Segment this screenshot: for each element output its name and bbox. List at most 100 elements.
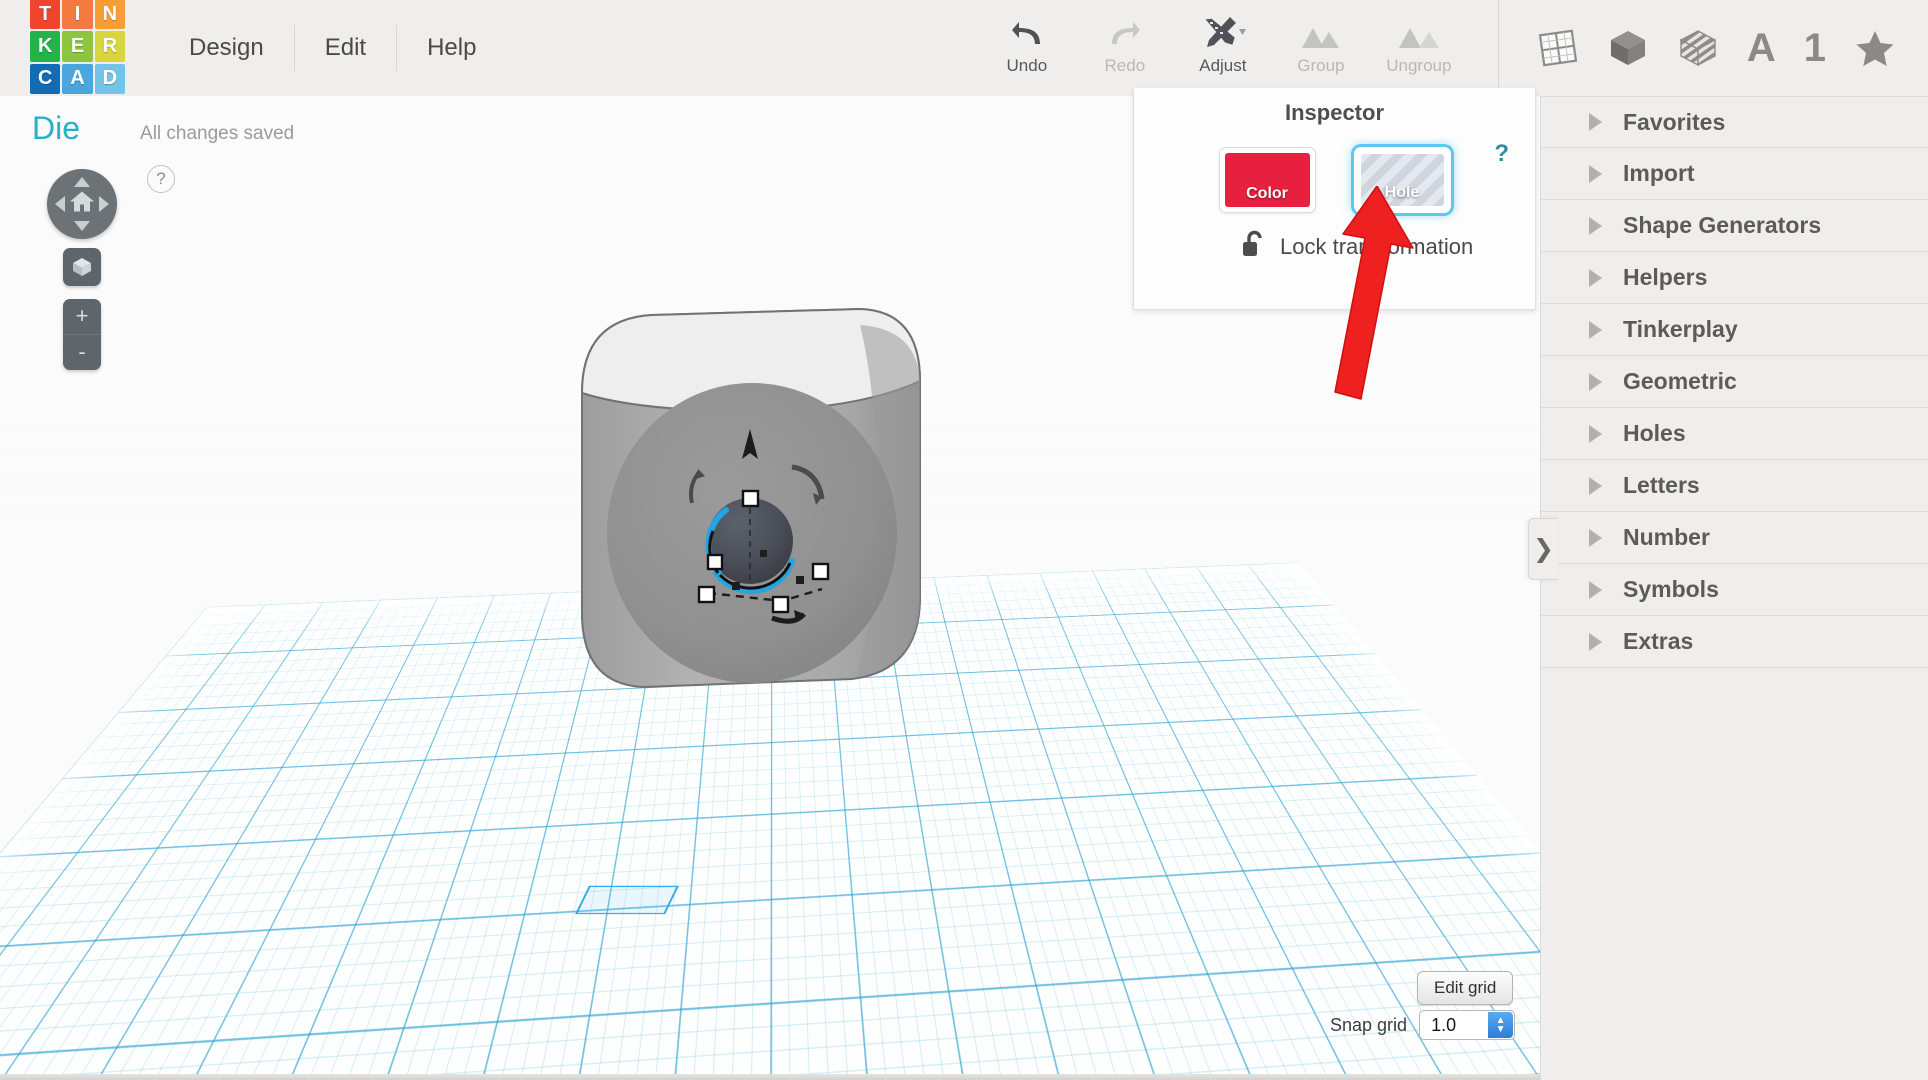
snap-grid-value: 1.0 xyxy=(1420,1015,1456,1036)
edit-grid-button[interactable]: Edit grid xyxy=(1417,971,1513,1005)
ungroup-button: Ungroup xyxy=(1370,14,1468,82)
sidebar-item-number[interactable]: Number xyxy=(1541,512,1928,564)
menu-edit[interactable]: Edit xyxy=(294,25,396,71)
sidebar-item-label: Geometric xyxy=(1623,368,1737,395)
triangle-right-icon xyxy=(1589,529,1602,547)
adjust-icon xyxy=(1200,14,1246,50)
menu-design[interactable]: Design xyxy=(159,25,294,71)
zoom-out-button[interactable]: - xyxy=(63,335,101,371)
adjust-label: Adjust xyxy=(1199,56,1246,76)
group-button: Group xyxy=(1272,14,1370,82)
sidebar-item-label: Symbols xyxy=(1623,576,1719,603)
undo-label: Undo xyxy=(1007,56,1048,76)
hole-cube-icon[interactable] xyxy=(1677,27,1719,69)
sidebar-item-label: Favorites xyxy=(1623,109,1725,136)
sidebar-item-helpers[interactable]: Helpers xyxy=(1541,252,1928,304)
view-navigation-pad[interactable] xyxy=(47,169,117,239)
tinkercad-app: TINKERCAD Design Edit Help Undo xyxy=(0,0,1928,1080)
lock-transformation-label: Lock transformation xyxy=(1280,234,1473,260)
triangle-right-icon xyxy=(1589,581,1602,599)
sidebar-item-import[interactable]: Import xyxy=(1541,148,1928,200)
triangle-right-icon xyxy=(1589,321,1602,339)
open-padlock-icon xyxy=(1242,230,1265,263)
redo-button: Redo xyxy=(1076,14,1174,82)
sidebar-item-label: Holes xyxy=(1623,420,1686,447)
shape-library-sidebar: Favorites Import Shape Generators Helpers Ti… xyxy=(1540,96,1928,1080)
ungroup-icon xyxy=(1397,14,1441,50)
ungroup-label: Ungroup xyxy=(1386,56,1451,76)
workplane-icon[interactable] xyxy=(1537,28,1579,68)
undo-button[interactable]: Undo xyxy=(978,14,1076,82)
document-title[interactable]: Die xyxy=(32,110,80,147)
triangle-right-icon xyxy=(1589,113,1602,131)
letter-a-icon[interactable]: A xyxy=(1747,28,1776,68)
inspector-title: Inspector xyxy=(1134,100,1535,126)
sidebar-item-extras[interactable]: Extras xyxy=(1541,616,1928,668)
sidebar-item-symbols[interactable]: Symbols xyxy=(1541,564,1928,616)
lock-transformation-row[interactable]: Lock transformation xyxy=(1242,230,1535,263)
color-swatch-button[interactable]: Color xyxy=(1219,147,1316,213)
sidebar-item-label: Import xyxy=(1623,160,1695,187)
logo-tile-r: R xyxy=(95,31,125,61)
selection-gizmo xyxy=(691,429,828,621)
sidebar-item-label: Helpers xyxy=(1623,264,1707,291)
home-icon[interactable] xyxy=(69,190,95,219)
logo-tile-a: A xyxy=(62,64,92,94)
top-bar: TINKERCAD Design Edit Help Undo xyxy=(0,0,1928,96)
sidebar-item-favorites[interactable]: Favorites xyxy=(1541,96,1928,148)
cube-icon xyxy=(71,256,93,278)
inspector-help-link[interactable]: ? xyxy=(1494,140,1509,168)
shape-type-icons: A 1 xyxy=(1498,0,1928,96)
canvas-bottom-edge xyxy=(0,1074,1540,1080)
triangle-right-icon xyxy=(1589,633,1602,651)
snap-grid-control: Snap grid 1.0 ▲▼ xyxy=(1330,1010,1515,1040)
toolbar: Undo Redo xyxy=(978,14,1476,82)
group-label: Group xyxy=(1297,56,1344,76)
triangle-right-icon xyxy=(1589,269,1602,287)
sidebar-item-tinkerplay[interactable]: Tinkerplay xyxy=(1541,304,1928,356)
snap-grid-stepper[interactable]: ▲▼ xyxy=(1488,1012,1513,1038)
color-swatch-label: Color xyxy=(1246,185,1288,203)
sidebar-item-shape-generators[interactable]: Shape Generators xyxy=(1541,200,1928,252)
adjust-button[interactable]: Adjust xyxy=(1174,14,1272,82)
selection-footprint xyxy=(575,886,679,915)
snap-grid-label: Snap grid xyxy=(1330,1015,1407,1036)
zoom-in-button[interactable]: + xyxy=(63,299,101,335)
document-info: Die All changes saved xyxy=(32,110,294,147)
number-one-icon[interactable]: 1 xyxy=(1804,28,1826,68)
chevron-right-icon: ❯ xyxy=(1533,534,1554,564)
nav-left-arrow[interactable] xyxy=(55,196,65,212)
logo-tile-n: N xyxy=(95,0,125,29)
sidebar-collapse-toggle[interactable]: ❯ xyxy=(1528,518,1558,580)
undo-icon xyxy=(1010,14,1044,50)
sidebar-item-label: Number xyxy=(1623,524,1710,551)
sidebar-item-label: Shape Generators xyxy=(1623,212,1821,239)
sidebar-item-holes[interactable]: Holes xyxy=(1541,408,1928,460)
menu-help[interactable]: Help xyxy=(396,25,506,71)
logo-tile-e: E xyxy=(62,31,92,61)
nav-up-arrow[interactable] xyxy=(74,177,90,187)
main-menu: Design Edit Help xyxy=(159,13,506,83)
logo-tile-t: T xyxy=(30,0,60,29)
sidebar-item-label: Tinkerplay xyxy=(1623,316,1738,343)
nav-right-arrow[interactable] xyxy=(99,196,109,212)
logo-tile-i: I xyxy=(62,0,92,29)
nav-down-arrow[interactable] xyxy=(74,221,90,231)
redo-icon xyxy=(1108,14,1142,50)
snap-grid-select[interactable]: 1.0 ▲▼ xyxy=(1419,1010,1515,1040)
logo-tile-d: D xyxy=(95,64,125,94)
tinkercad-logo[interactable]: TINKERCAD xyxy=(30,0,125,94)
triangle-right-icon xyxy=(1589,217,1602,235)
fit-view-button[interactable] xyxy=(63,248,101,286)
triangle-right-icon xyxy=(1589,373,1602,391)
redo-label: Redo xyxy=(1105,56,1146,76)
solid-cube-icon[interactable] xyxy=(1607,27,1649,69)
star-icon[interactable] xyxy=(1854,28,1896,68)
die-model[interactable] xyxy=(560,301,940,701)
sidebar-item-geometric[interactable]: Geometric xyxy=(1541,356,1928,408)
viewport-help-badge[interactable]: ? xyxy=(147,165,175,193)
sidebar-item-letters[interactable]: Letters xyxy=(1541,460,1928,512)
hole-swatch-button[interactable]: Hole xyxy=(1354,147,1451,213)
triangle-right-icon xyxy=(1589,477,1602,495)
save-status: All changes saved xyxy=(140,123,294,145)
